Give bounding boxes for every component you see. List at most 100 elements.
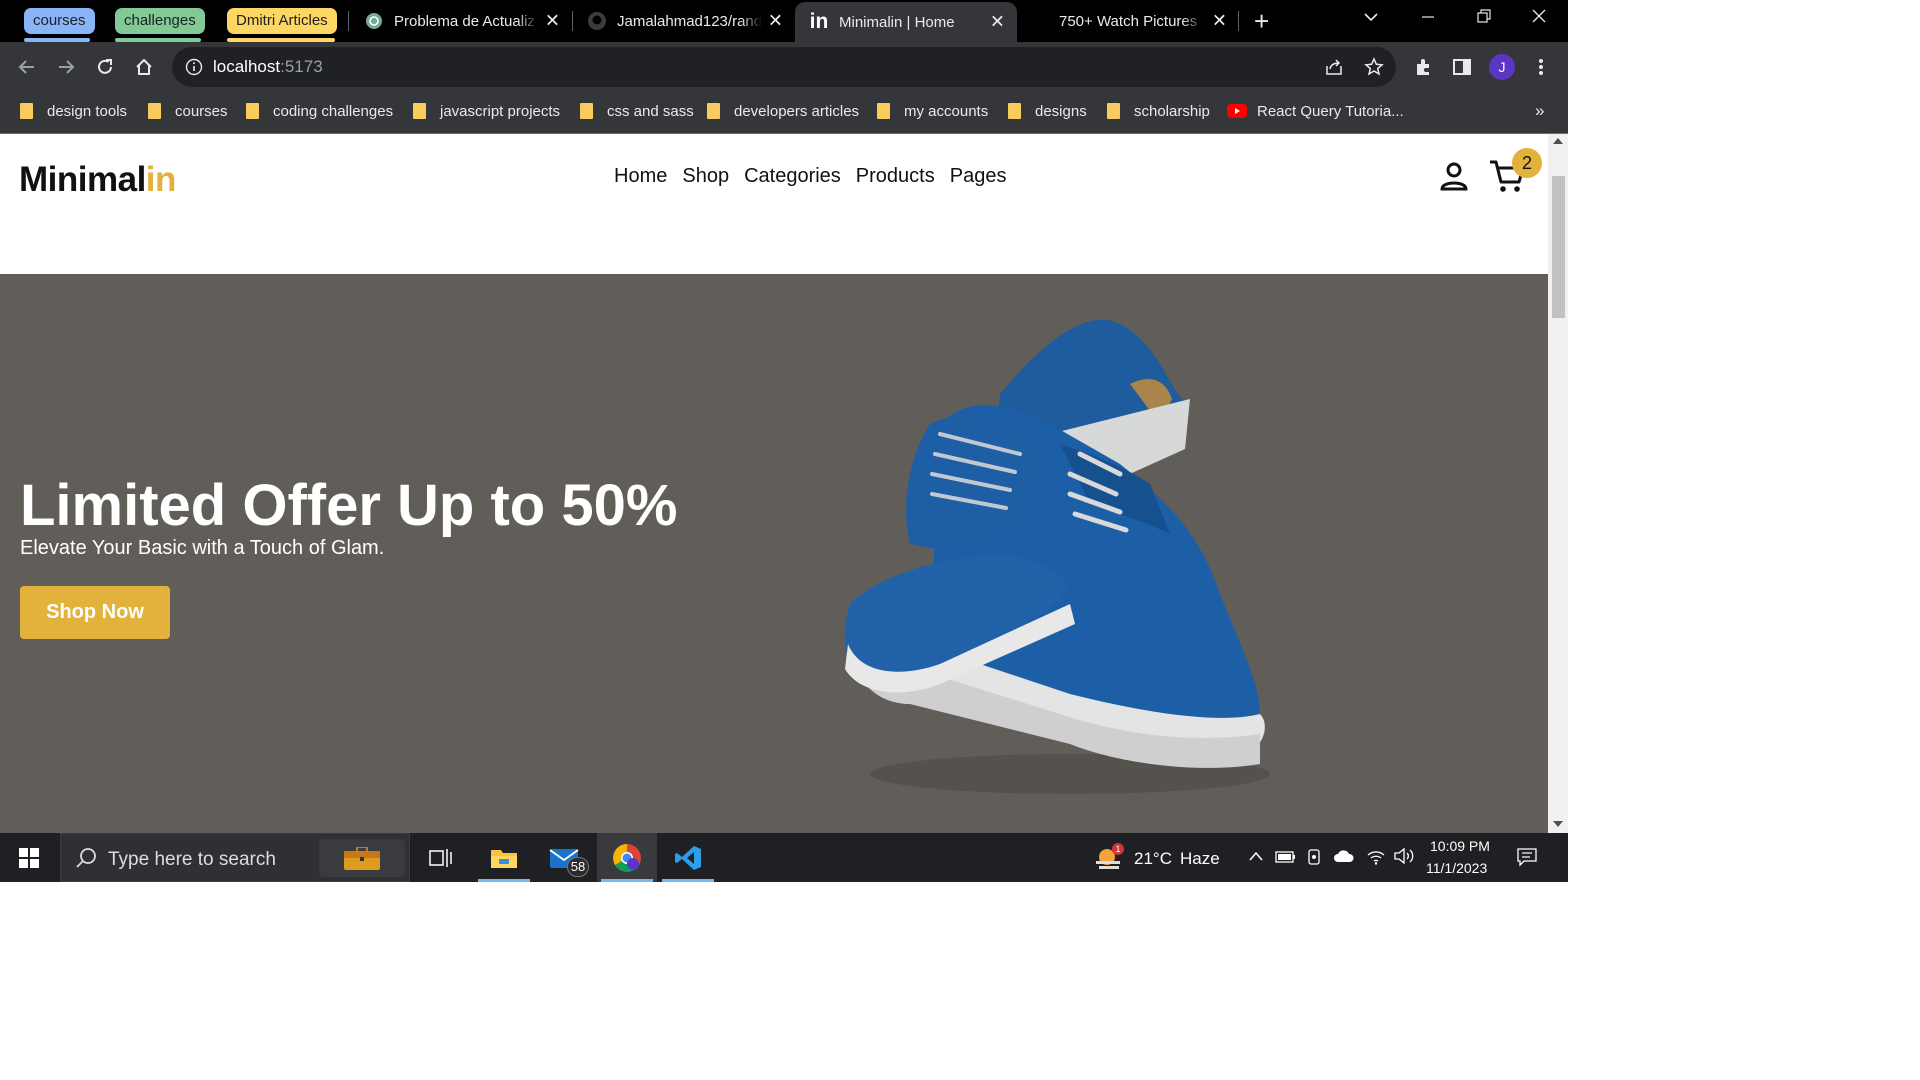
briefcase-icon	[344, 847, 380, 870]
page-scrollbar[interactable]	[1548, 134, 1568, 833]
nav-products[interactable]: Products	[856, 165, 935, 188]
windows-taskbar: Type here to search 58 1 21°C Haze 10:09…	[0, 833, 1568, 882]
task-view-icon[interactable]	[411, 833, 471, 882]
tab-watch-pictures[interactable]: 750+ Watch Pictures ✕	[1017, 0, 1239, 42]
tab-github[interactable]: Jamalahmad123/rand ✕	[573, 0, 795, 42]
search-placeholder: Type here to search	[108, 849, 276, 870]
forward-icon[interactable]	[53, 54, 79, 80]
bookmark-design-tools[interactable]: design tools	[20, 101, 127, 121]
minimize-icon[interactable]	[1420, 8, 1436, 28]
back-icon[interactable]	[14, 54, 40, 80]
close-icon[interactable]: ✕	[990, 12, 1005, 33]
notification-icon[interactable]	[1516, 847, 1538, 872]
hero-subtitle: Elevate Your Basic with a Touch of Glam.	[20, 537, 385, 559]
mail-icon[interactable]: 58	[535, 833, 595, 882]
bookmark-label: developers articles	[734, 102, 860, 120]
web-page: Minimalin Home Shop Categories Products …	[0, 134, 1548, 833]
file-explorer-icon[interactable]	[474, 833, 534, 882]
tab-problema[interactable]: Problema de Actualiz ✕	[350, 0, 572, 42]
battery-icon[interactable]	[1275, 850, 1297, 869]
site-logo[interactable]: Minimalin	[19, 160, 176, 200]
close-icon[interactable]: ✕	[768, 11, 783, 32]
volume-icon[interactable]	[1393, 847, 1415, 870]
onedrive-icon[interactable]	[1333, 849, 1355, 868]
scroll-up-icon[interactable]	[1553, 138, 1563, 144]
tab-minimalin-home[interactable]: in Minimalin | Home ✕	[795, 2, 1017, 42]
scrollbar-thumb[interactable]	[1552, 176, 1565, 318]
weather-icon[interactable]: 1	[1094, 843, 1124, 876]
address-bar[interactable]: localhost:5173	[172, 47, 1396, 87]
bookmark-css-and-sass[interactable]: css and sass	[580, 101, 694, 121]
new-tab-button[interactable]: +	[1254, 6, 1269, 37]
tab-group-challenges[interactable]: challenges	[115, 8, 205, 34]
weather-alert-badge: 1	[1112, 843, 1124, 855]
bookmark-label: React Query Tutoria...	[1257, 102, 1404, 120]
bookmark-my-accounts[interactable]: my accounts	[877, 101, 988, 121]
bookmark-label: designs	[1035, 102, 1087, 120]
chrome-icon[interactable]	[597, 833, 657, 882]
bookmark-react-query[interactable]: React Query Tutoria...	[1227, 101, 1404, 121]
restore-icon[interactable]	[1476, 8, 1492, 28]
bookmark-star-icon[interactable]	[1364, 57, 1384, 82]
logo-accent-text: in	[145, 160, 177, 199]
home-icon[interactable]	[131, 54, 157, 80]
bookmarks-overflow-button[interactable]: »	[1535, 101, 1544, 121]
bookmark-label: css and sass	[607, 102, 694, 120]
share-icon[interactable]	[1324, 57, 1344, 82]
tab-search-icon[interactable]	[1362, 8, 1380, 30]
hero-shoes-image	[844, 319, 1270, 794]
menu-icon[interactable]	[1528, 54, 1554, 80]
windows-start-icon[interactable]	[0, 833, 58, 882]
bookmark-label: coding challenges	[273, 102, 394, 120]
shop-now-button[interactable]: Shop Now	[20, 586, 170, 639]
openai-icon	[364, 11, 384, 31]
profile-avatar[interactable]: J	[1489, 54, 1515, 80]
close-icon[interactable]: ✕	[1212, 11, 1227, 32]
bookmark-label: design tools	[47, 102, 128, 120]
taskbar-search-box[interactable]: Type here to search	[60, 833, 410, 882]
site-info-icon[interactable]	[185, 58, 203, 81]
url-host: localhost	[213, 57, 281, 76]
nav-categories[interactable]: Categories	[744, 165, 841, 188]
tab-title: Minimalin | Home	[839, 13, 955, 31]
bookmark-designs[interactable]: designs	[1008, 101, 1087, 121]
tab-separator	[1238, 11, 1239, 31]
folder-icon	[707, 103, 720, 119]
scroll-down-icon[interactable]	[1553, 821, 1563, 827]
chevron-up-icon[interactable]	[1248, 849, 1264, 867]
extensions-icon[interactable]	[1410, 54, 1436, 80]
folder-icon	[413, 103, 426, 119]
folder-icon	[20, 103, 33, 119]
running-indicator	[601, 879, 653, 882]
youtube-icon	[1227, 104, 1247, 118]
bookmark-scholarship[interactable]: scholarship	[1107, 101, 1210, 121]
bookmarks-bar: design tools courses coding challenges j…	[0, 92, 1568, 133]
bookmark-javascript-projects[interactable]: javascript projects	[413, 101, 560, 121]
user-icon[interactable]	[1438, 161, 1470, 196]
wifi-icon[interactable]	[1366, 847, 1386, 870]
side-panel-icon[interactable]	[1449, 54, 1475, 80]
bookmark-courses[interactable]: courses	[148, 101, 228, 121]
folder-icon	[1008, 103, 1021, 119]
url-text: localhost:5173	[213, 57, 323, 77]
logo-main-text: Minimal	[19, 160, 146, 199]
weather-condition: Haze	[1180, 849, 1220, 868]
tab-group-dmitri-articles[interactable]: Dmitri Articles	[227, 8, 337, 34]
clock-time[interactable]: 10:09 PM	[1430, 838, 1490, 854]
reload-icon[interactable]	[92, 54, 118, 80]
browser-toolbar: localhost:5173 J	[0, 42, 1568, 92]
tab-group-courses[interactable]: courses	[24, 8, 95, 34]
close-icon[interactable]: ✕	[545, 11, 560, 32]
meet-now-icon[interactable]	[1306, 848, 1324, 871]
vscode-icon[interactable]	[658, 833, 718, 882]
tab-title: 750+ Watch Pictures	[1059, 12, 1198, 30]
bookmark-developers-articles[interactable]: developers articles	[707, 101, 859, 121]
search-highlight	[319, 839, 405, 877]
bookmark-coding-challenges[interactable]: coding challenges	[246, 101, 393, 121]
nav-home[interactable]: Home	[614, 165, 667, 188]
clock-date[interactable]: 11/1/2023	[1426, 860, 1487, 876]
nav-pages[interactable]: Pages	[950, 165, 1007, 188]
close-window-icon[interactable]	[1531, 8, 1547, 28]
nav-shop[interactable]: Shop	[682, 165, 729, 188]
main-nav: Home Shop Categories Products Pages	[614, 165, 1006, 188]
